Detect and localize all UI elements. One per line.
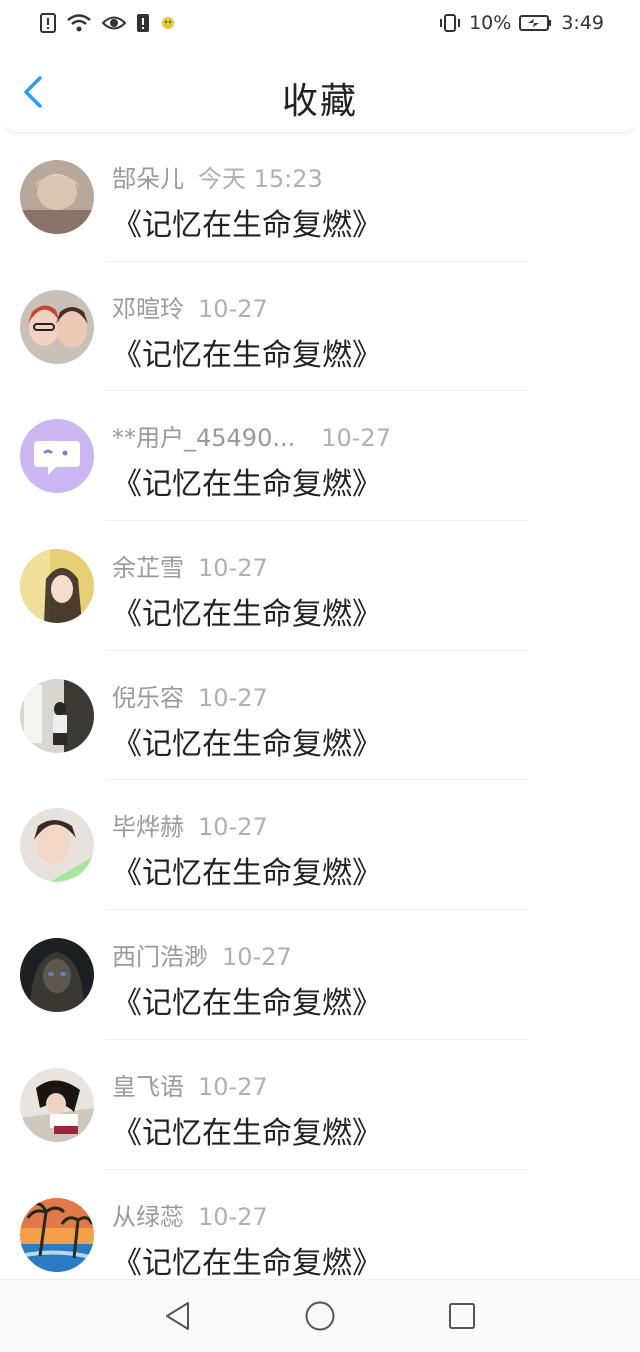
system-back-button[interactable]	[162, 1300, 194, 1332]
user-name: 郜朵儿	[112, 165, 184, 193]
status-icons-left	[40, 13, 176, 33]
favorite-title: 《记忆在生命复燃》	[112, 467, 382, 503]
status-bar: 10% 3:49	[0, 0, 640, 50]
list-item[interactable]: 余芷雪 10-27 《记忆在生命复燃》	[0, 521, 640, 651]
page-title: 收藏	[281, 81, 358, 122]
list-item[interactable]: **用户_45490... 10-27 《记忆在生命复燃》	[0, 391, 640, 522]
favorite-title: 《记忆在生命复燃》	[112, 337, 382, 373]
user-name: 余芷雪	[112, 554, 184, 583]
list-item[interactable]: 皇飞语 10-27 《记忆在生命复燃》	[0, 1040, 640, 1170]
eye-icon	[102, 16, 126, 30]
avatar[interactable]	[20, 678, 94, 753]
favorite-title: 《记忆在生命复燃》	[112, 597, 382, 633]
avatar[interactable]	[20, 549, 94, 624]
timestamp: 10-27	[321, 424, 391, 453]
list-item[interactable]: 毕烨赫 10-27 《记忆在生命复燃》	[0, 780, 640, 911]
app-notification-icon	[162, 17, 174, 29]
header-bar: 收藏	[0, 50, 640, 133]
alert-icon	[40, 13, 56, 33]
list-item[interactable]: 倪乐容 10-27 《记忆在生命复燃》	[0, 651, 640, 781]
vibrate-icon	[440, 14, 461, 32]
battery-charging-icon	[519, 15, 552, 31]
favorite-title: 《记忆在生命复燃》	[112, 208, 382, 243]
status-icons-right: 10% 3:49	[439, 12, 604, 34]
system-nav-bar	[0, 1279, 640, 1352]
triangle-back-icon	[166, 1302, 189, 1330]
avatar[interactable]	[20, 808, 94, 883]
timestamp: 10-27	[198, 813, 268, 842]
list-item[interactable]: 西门浩渺 10-27 《记忆在生命复燃》	[0, 910, 640, 1040]
user-name: 倪乐容	[112, 683, 184, 712]
timestamp: 10-27	[198, 1202, 268, 1231]
timestamp: 10-27	[222, 943, 292, 972]
user-name: **用户_45490...	[112, 424, 296, 453]
avatar[interactable]	[20, 938, 94, 1013]
favorite-title: 《记忆在生命复燃》	[112, 856, 382, 892]
avatar[interactable]	[20, 1067, 94, 1142]
timestamp: 今天 15:23	[198, 165, 323, 193]
timestamp: 10-27	[198, 294, 268, 323]
user-name: 西门浩渺	[112, 943, 208, 972]
timestamp: 10-27	[198, 554, 268, 583]
system-home-button[interactable]	[304, 1300, 336, 1332]
avatar[interactable]	[20, 160, 94, 234]
favorite-title: 《记忆在生命复燃》	[112, 986, 382, 1022]
favorite-title: 《记忆在生命复燃》	[112, 726, 382, 762]
user-name: 毕烨赫	[112, 813, 184, 842]
square-recents-icon	[449, 1303, 475, 1329]
favorite-title: 《记忆在生命复燃》	[112, 1115, 382, 1151]
status-time: 3:49	[561, 12, 604, 34]
user-name: 邓暄玲	[112, 294, 184, 323]
wifi-icon	[67, 14, 91, 32]
list-item[interactable]: 郜朵儿 今天 15:23 《记忆在生命复燃》	[0, 132, 640, 262]
avatar[interactable]	[20, 1197, 94, 1272]
avatar[interactable]	[20, 289, 94, 364]
circle-home-icon	[305, 1301, 335, 1331]
favorites-list: 郜朵儿 今天 15:23 《记忆在生命复燃》 邓暄玲 10-27 《记忆在生命复燃》	[0, 132, 640, 1299]
user-name: 皇飞语	[112, 1072, 184, 1101]
system-recents-button[interactable]	[446, 1300, 478, 1332]
favorite-title: 《记忆在生命复燃》	[112, 1245, 382, 1281]
battery-percent: 10%	[469, 12, 512, 34]
sim-alert-icon	[137, 14, 149, 32]
timestamp: 10-27	[198, 1072, 268, 1101]
user-name: 从绿蕊	[112, 1202, 184, 1231]
list-item[interactable]: 邓暄玲 10-27 《记忆在生命复燃》	[0, 262, 640, 392]
timestamp: 10-27	[198, 683, 268, 712]
avatar[interactable]	[20, 419, 94, 494]
